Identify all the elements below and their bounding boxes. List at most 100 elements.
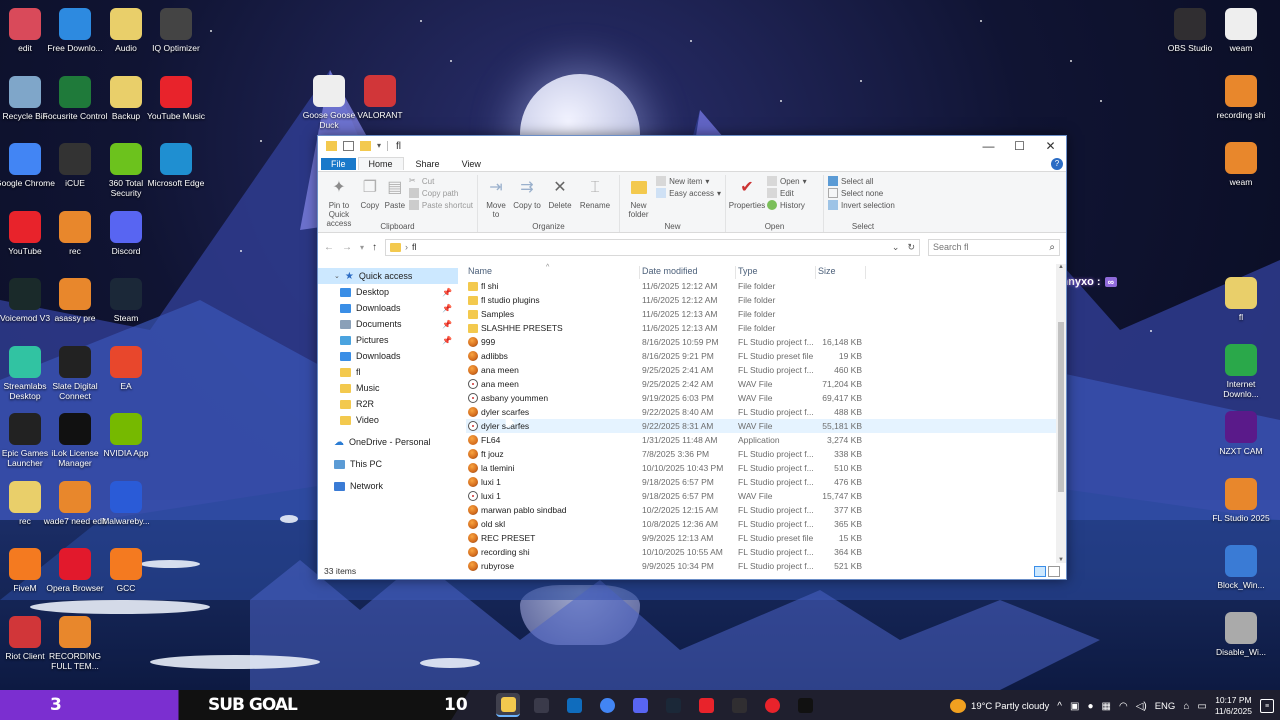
file-row[interactable]: ana meen 9/25/2025 2:41 AM FL Studio proje… — [466, 363, 1066, 377]
obs-icon[interactable] — [727, 693, 751, 717]
file-row[interactable]: ana meen 9/25/2025 2:42 AM WAV File 71,204 … — [466, 377, 1066, 391]
tray-app-icon[interactable]: ▦ — [1102, 701, 1111, 712]
steam-icon[interactable] — [661, 693, 685, 717]
file-explorer-icon[interactable] — [496, 693, 520, 717]
close-button[interactable]: ✕ — [1035, 136, 1066, 156]
history-button[interactable]: History — [767, 200, 807, 210]
paste-shortcut-button[interactable]: Paste shortcut — [408, 200, 473, 210]
volume-icon[interactable]: ◁) — [1136, 701, 1147, 712]
file-row[interactable]: luxi 1 9/18/2025 6:57 PM WAV File 15,747 KB — [466, 489, 1066, 503]
desktop-shortcut[interactable]: EA — [93, 345, 159, 391]
desktop-shortcut[interactable]: GCC — [93, 548, 159, 593]
tab-file[interactable]: File — [321, 157, 356, 170]
file-row[interactable]: luxi 1 9/18/2025 6:57 PM FL Studio project… — [466, 475, 1066, 489]
desktop-shortcut[interactable]: Microsoft Edge — [143, 143, 209, 188]
discord-icon[interactable] — [628, 693, 652, 717]
desktop-shortcut[interactable]: NVIDIA App — [93, 413, 159, 458]
outlook-icon[interactable] — [562, 693, 586, 717]
desktop-shortcut[interactable]: fl — [1208, 277, 1274, 322]
chevron-down-icon[interactable]: ⌄ — [892, 242, 900, 253]
clock[interactable]: 10:17 PM 11/6/2025 — [1215, 695, 1252, 717]
properties-icon[interactable] — [343, 141, 354, 151]
nav-item-video[interactable]: Video — [318, 412, 458, 428]
language-indicator[interactable]: ENG — [1155, 701, 1176, 712]
chevron-down-icon[interactable]: ⌄ — [334, 272, 340, 280]
tab-home[interactable]: Home — [357, 157, 404, 170]
maximize-button[interactable]: ☐ — [1004, 136, 1035, 156]
column-name[interactable]: Name — [466, 266, 640, 279]
tab-share[interactable]: Share — [406, 158, 450, 170]
desktop-shortcut[interactable]: Steam — [93, 278, 159, 323]
file-row[interactable]: REC PRESET 9/9/2025 12:13 AM FL Studio pre… — [466, 531, 1066, 545]
nav-item-music[interactable]: Music — [318, 380, 458, 396]
file-row[interactable]: marwan pablo sindbad 10/2/2025 12:15 AM FL… — [466, 503, 1066, 517]
desktop-shortcut[interactable]: FL Studio 2025 — [1208, 478, 1274, 523]
desktop-shortcut[interactable]: IQ Optimizer — [143, 8, 209, 53]
youtube-icon[interactable] — [694, 693, 718, 717]
nav-item-fl[interactable]: fl — [318, 364, 458, 380]
nav-quick-access[interactable]: ⌄ ★ Quick access — [318, 268, 458, 284]
network-icon[interactable]: ⌂ — [1183, 701, 1189, 712]
vertical-scrollbar[interactable]: ▲ ▼ — [1056, 264, 1066, 563]
nav-item-downloads[interactable]: Downloads 📌 — [318, 300, 458, 316]
tray-app-icon[interactable]: ▣ — [1070, 701, 1079, 712]
calculator-icon[interactable] — [529, 693, 553, 717]
battery-icon[interactable]: ▭ — [1197, 701, 1206, 712]
nav-onedrive[interactable]: ☁ OneDrive - Personal — [318, 434, 458, 450]
file-row[interactable]: asbany yoummen 9/19/2025 6:03 PM WAV File 6… — [466, 391, 1066, 405]
youtube-music-icon[interactable] — [760, 693, 784, 717]
up-arrow-icon[interactable]: ↑ — [372, 242, 377, 253]
tab-view[interactable]: View — [452, 158, 491, 170]
desktop-shortcut[interactable]: weam — [1208, 8, 1274, 53]
file-row[interactable]: la tlemini 10/10/2025 10:43 PM FL Studio p… — [466, 461, 1066, 475]
nav-this-pc[interactable]: This PC — [318, 456, 458, 472]
recent-locations-icon[interactable]: ▾ — [360, 243, 364, 252]
chevron-up-icon[interactable]: ^ — [1057, 701, 1062, 712]
refresh-icon[interactable]: ↻ — [907, 242, 915, 253]
file-row[interactable]: fl studio plugins 11/6/2025 12:12 AM File … — [466, 293, 1066, 307]
file-row[interactable]: adlibbs 8/16/2025 9:21 PM FL Studio preset… — [466, 349, 1066, 363]
weather-widget[interactable]: 19°C Partly cloudy — [950, 699, 1049, 713]
open-button[interactable]: Open ▾ — [767, 176, 807, 186]
desktop-shortcut[interactable]: Internet Downlo... — [1208, 344, 1274, 399]
nav-item-desktop[interactable]: Desktop 📌 — [318, 284, 458, 300]
desktop-shortcut[interactable]: recording shi — [1208, 75, 1274, 120]
desktop-shortcut[interactable]: weam — [1208, 142, 1274, 187]
file-row[interactable]: 999 8/16/2025 10:59 PM FL Studio project f… — [466, 335, 1066, 349]
invert-selection-button[interactable]: Invert selection — [828, 200, 895, 210]
large-icons-view-icon[interactable] — [1048, 565, 1060, 577]
cut-button[interactable]: ✂ Cut — [409, 176, 473, 186]
desktop-shortcut[interactable]: NZXT CAM — [1208, 411, 1274, 456]
file-row[interactable]: Samples 11/6/2025 12:13 AM File folder — [466, 307, 1066, 321]
file-row[interactable]: recording shi 10/10/2025 10:55 AM FL Studi… — [466, 545, 1066, 559]
title-bar[interactable]: ▾ fl — ☐ ✕ — [318, 136, 1066, 156]
edit-button[interactable]: Edit — [767, 188, 807, 198]
file-row[interactable]: fl shi 11/6/2025 12:12 AM File folder — [466, 279, 1066, 293]
file-row[interactable]: SLASHHE PRESETS 11/6/2025 12:13 AM File fo… — [466, 321, 1066, 335]
desktop-shortcut[interactable]: Discord — [93, 210, 159, 256]
notification-icon[interactable]: ≡ — [1260, 699, 1274, 713]
capcut-icon[interactable] — [793, 693, 817, 717]
minimize-button[interactable]: — — [973, 136, 1004, 156]
back-arrow-icon[interactable]: ← — [324, 242, 334, 253]
select-none-button[interactable]: Select none — [828, 188, 895, 198]
forward-arrow-icon[interactable]: → — [342, 242, 352, 253]
file-row[interactable]: old skl 10/8/2025 12:36 AM FL Studio proje… — [466, 517, 1066, 531]
nav-network[interactable]: Network — [318, 478, 458, 494]
column-date-modified[interactable]: Date modified — [640, 266, 736, 279]
address-bar[interactable]: › fl ⌄ ↻ — [385, 238, 920, 256]
file-row[interactable]: dyler scarfes 9/22/2025 8:40 AM FL Studio … — [466, 405, 1066, 419]
column-size[interactable]: Size — [816, 266, 866, 279]
desktop-shortcut[interactable]: YouTube Music — [143, 75, 209, 121]
new-folder-icon[interactable] — [360, 141, 371, 151]
nav-item-r2r[interactable]: R2R — [318, 396, 458, 412]
scroll-up-icon[interactable]: ▲ — [1056, 264, 1066, 270]
microphone-icon[interactable]: ● — [1087, 701, 1093, 712]
easy-access-button[interactable]: Easy access ▾ — [656, 188, 721, 198]
desktop-shortcut[interactable]: Disable_Wi... — [1208, 612, 1274, 657]
details-view-icon[interactable] — [1034, 565, 1046, 577]
desktop-shortcut[interactable]: RECORDING FULL TEM... — [42, 615, 108, 671]
column-type[interactable]: Type — [736, 266, 816, 279]
chrome-icon[interactable] — [595, 693, 619, 717]
select-all-button[interactable]: Select all — [828, 176, 895, 186]
